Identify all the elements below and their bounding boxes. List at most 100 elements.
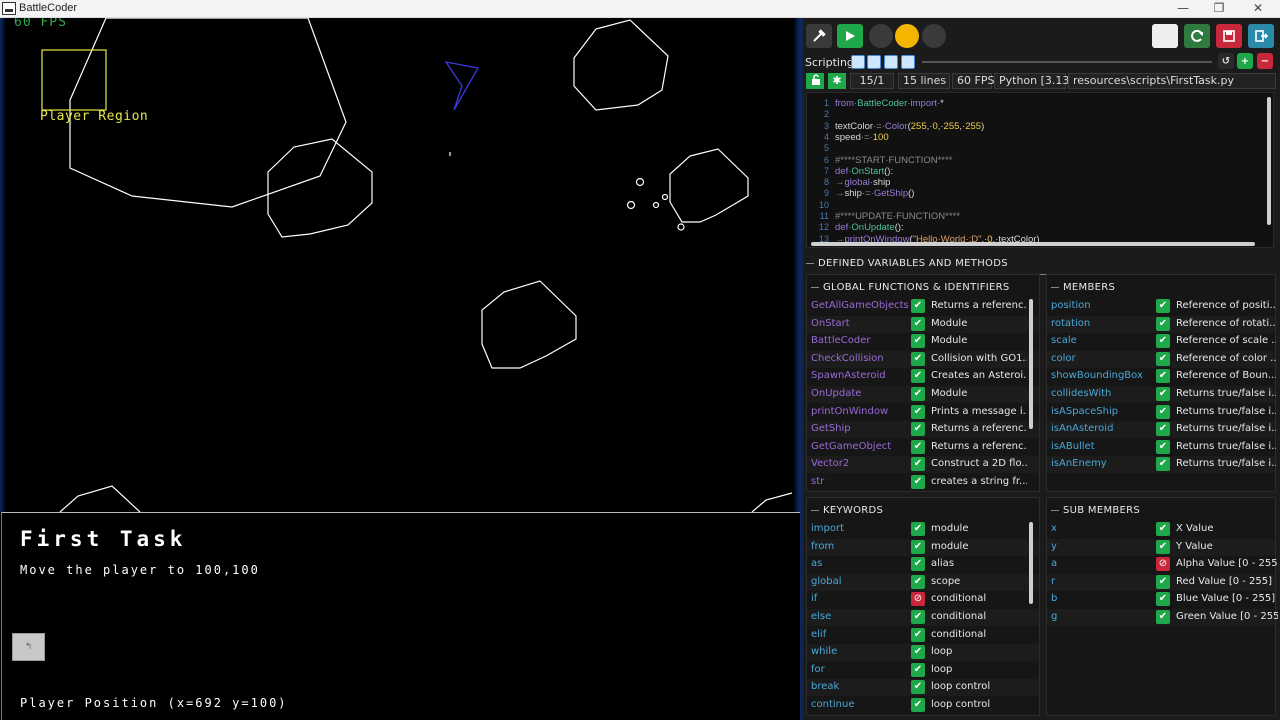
code-editor[interactable]: 1 from·BattleCoder·import·* 2 3 textColor·=·… <box>806 92 1274 248</box>
list-item[interactable]: for ✔ loop <box>807 662 1039 679</box>
check-icon[interactable]: ✔ <box>911 299 925 313</box>
undo-button[interactable]: ↺ <box>1218 53 1234 69</box>
list-item[interactable]: scale ✔ Reference of scale ... <box>1047 333 1276 350</box>
list-item[interactable]: r ✔ Red Value [0 - 255] <box>1047 573 1275 591</box>
check-icon[interactable]: ✔ <box>1156 574 1170 589</box>
list-item[interactable]: rotation ✔ Reference of rotati... <box>1047 315 1276 333</box>
list-item[interactable]: while ✔ loop <box>807 644 1039 662</box>
list-item[interactable]: b ✔ Blue Value [0 - 255] <box>1047 591 1275 608</box>
maximize-button[interactable]: ❐ <box>1199 0 1239 18</box>
list-item[interactable]: y ✔ Y Value <box>1047 538 1275 556</box>
list-item[interactable]: isASpaceShip ✔ Returns true/false i... <box>1047 404 1276 421</box>
check-icon[interactable]: ✔ <box>911 334 925 349</box>
check-icon[interactable]: ✔ <box>911 627 925 642</box>
code-text[interactable]: from·BattleCoder·import·* <box>835 98 944 109</box>
asterisk-button[interactable]: ✱ <box>828 73 846 89</box>
blocked-icon[interactable]: ⊘ <box>1156 557 1170 572</box>
list-item[interactable]: break ✔ loop control <box>807 679 1039 697</box>
check-icon[interactable]: ✔ <box>911 439 925 454</box>
zoom-in-button[interactable]: + <box>1237 53 1253 69</box>
task-back-button[interactable]: ↰ <box>12 633 45 661</box>
check-icon[interactable]: ✔ <box>1156 592 1170 607</box>
list-item[interactable]: SpawnAsteroid ✔ Creates an Asteroi... <box>807 368 1039 385</box>
list-item[interactable]: OnStart ✔ Module <box>807 315 1039 333</box>
code-vertical-scrollbar[interactable] <box>1267 97 1271 225</box>
check-icon[interactable]: ✔ <box>1156 299 1170 313</box>
check-icon[interactable]: ✔ <box>1156 610 1170 624</box>
list-item[interactable]: Vector2 ✔ Construct a 2D flo... <box>807 456 1039 474</box>
list-item[interactable]: position ✔ Reference of positi... <box>1047 298 1276 315</box>
list-item[interactable]: str ✔ creates a string fr... <box>807 474 1039 491</box>
code-text[interactable]: →global·ship <box>835 177 890 188</box>
list-item[interactable]: collidesWith ✔ Returns true/false i... <box>1047 386 1276 403</box>
list-item[interactable]: BattleCoder ✔ Module <box>807 333 1039 350</box>
check-icon[interactable]: ✔ <box>911 522 925 536</box>
list-item[interactable]: GetShip ✔ Returns a referenc... <box>807 421 1039 439</box>
check-icon[interactable]: ✔ <box>911 539 925 554</box>
list-item[interactable]: import ✔ module <box>807 521 1039 538</box>
check-icon[interactable]: ✔ <box>911 369 925 384</box>
check-icon[interactable]: ✔ <box>1156 351 1170 366</box>
game-viewport[interactable]: 60 FPS Player Region First Task Move the… <box>0 18 800 720</box>
script-tab-1[interactable] <box>851 55 865 69</box>
list-item[interactable]: isABullet ✔ Returns true/false i... <box>1047 439 1276 456</box>
check-icon[interactable]: ✔ <box>1156 369 1170 384</box>
script-tab-3[interactable] <box>884 55 898 69</box>
code-horizontal-scrollbar[interactable] <box>811 242 1255 246</box>
check-icon[interactable]: ✔ <box>1156 539 1170 554</box>
check-icon[interactable]: ✔ <box>911 387 925 401</box>
list-item[interactable]: GetAllGameObjects ✔ Returns a referenc... <box>807 298 1039 315</box>
list-item[interactable]: continue ✔ loop control <box>807 697 1039 714</box>
check-icon[interactable]: ✔ <box>1156 422 1170 437</box>
list-item[interactable]: isAnAsteroid ✔ Returns true/false i... <box>1047 421 1276 439</box>
script-tab-4[interactable] <box>901 55 915 69</box>
reload-button[interactable] <box>1184 24 1210 48</box>
list-item[interactable]: from ✔ module <box>807 538 1039 556</box>
save-button[interactable] <box>1216 24 1242 48</box>
close-button[interactable]: ✕ <box>1238 0 1278 18</box>
play-button[interactable] <box>837 24 863 48</box>
blank-button[interactable] <box>1152 24 1178 48</box>
blocked-icon[interactable]: ⊘ <box>911 592 925 607</box>
zoom-out-button[interactable]: − <box>1257 53 1273 69</box>
check-icon[interactable]: ✔ <box>911 680 925 695</box>
build-button[interactable] <box>806 24 832 48</box>
exit-button[interactable] <box>1248 24 1274 48</box>
globals-scrollbar[interactable] <box>1029 299 1033 429</box>
check-icon[interactable]: ✔ <box>1156 404 1170 419</box>
check-icon[interactable]: ✔ <box>1156 316 1170 331</box>
check-icon[interactable]: ✔ <box>911 645 925 660</box>
code-text[interactable]: #****UPDATE·FUNCTION**** <box>835 211 960 222</box>
check-icon[interactable]: ✔ <box>911 698 925 712</box>
list-item[interactable]: OnUpdate ✔ Module <box>807 386 1039 403</box>
list-item[interactable]: else ✔ conditional <box>807 609 1039 626</box>
keywords-scrollbar[interactable] <box>1029 522 1033 604</box>
list-item[interactable]: GetGameObject ✔ Returns a referenc... <box>807 439 1039 456</box>
check-icon[interactable]: ✔ <box>1156 522 1170 536</box>
script-tab-2[interactable] <box>867 55 881 69</box>
code-text[interactable]: #****START·FUNCTION**** <box>835 155 952 166</box>
check-icon[interactable]: ✔ <box>911 610 925 624</box>
list-item[interactable]: global ✔ scope <box>807 573 1039 591</box>
check-icon[interactable]: ✔ <box>911 574 925 589</box>
check-icon[interactable]: ✔ <box>1156 439 1170 454</box>
unlock-button[interactable] <box>806 73 824 89</box>
check-icon[interactable]: ✔ <box>911 422 925 437</box>
list-item[interactable]: CheckCollision ✔ Collision with GO1... <box>807 350 1039 368</box>
code-text[interactable]: →ship·=·GetShip() <box>835 188 914 199</box>
check-icon[interactable]: ✔ <box>1156 457 1170 472</box>
code-text[interactable]: def·OnStart(): <box>835 166 893 177</box>
list-item[interactable]: elif ✔ conditional <box>807 627 1039 644</box>
list-item[interactable]: isAnEnemy ✔ Returns true/false i... <box>1047 456 1276 474</box>
check-icon[interactable]: ✔ <box>911 316 925 331</box>
check-icon[interactable]: ✔ <box>1156 334 1170 349</box>
list-item[interactable]: a ⊘ Alpha Value [0 - 255] <box>1047 556 1278 573</box>
check-icon[interactable]: ✔ <box>911 662 925 677</box>
list-item[interactable]: x ✔ X Value <box>1047 521 1275 538</box>
check-icon[interactable]: ✔ <box>911 351 925 366</box>
list-item[interactable]: if ⊘ conditional <box>807 591 1039 608</box>
list-item[interactable]: g ✔ Green Value [0 - 255] <box>1047 609 1278 626</box>
check-icon[interactable]: ✔ <box>911 475 925 489</box>
code-text[interactable]: def·OnUpdate(): <box>835 222 904 233</box>
list-item[interactable]: printOnWindow ✔ Prints a message i... <box>807 404 1039 421</box>
